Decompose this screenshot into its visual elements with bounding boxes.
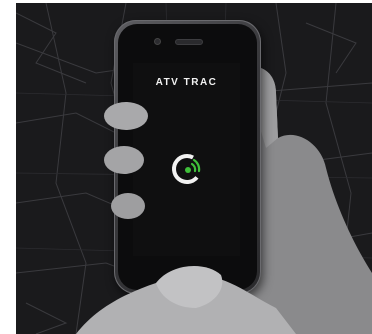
location-signal-icon <box>172 154 202 184</box>
photo-scene: ATV TRAC <box>16 3 372 334</box>
front-camera <box>154 38 161 45</box>
left-hand <box>104 102 148 219</box>
app-brand-name: ATV TRAC <box>155 77 218 88</box>
pointing-hand <box>76 265 296 334</box>
earpiece-speaker <box>175 39 203 45</box>
